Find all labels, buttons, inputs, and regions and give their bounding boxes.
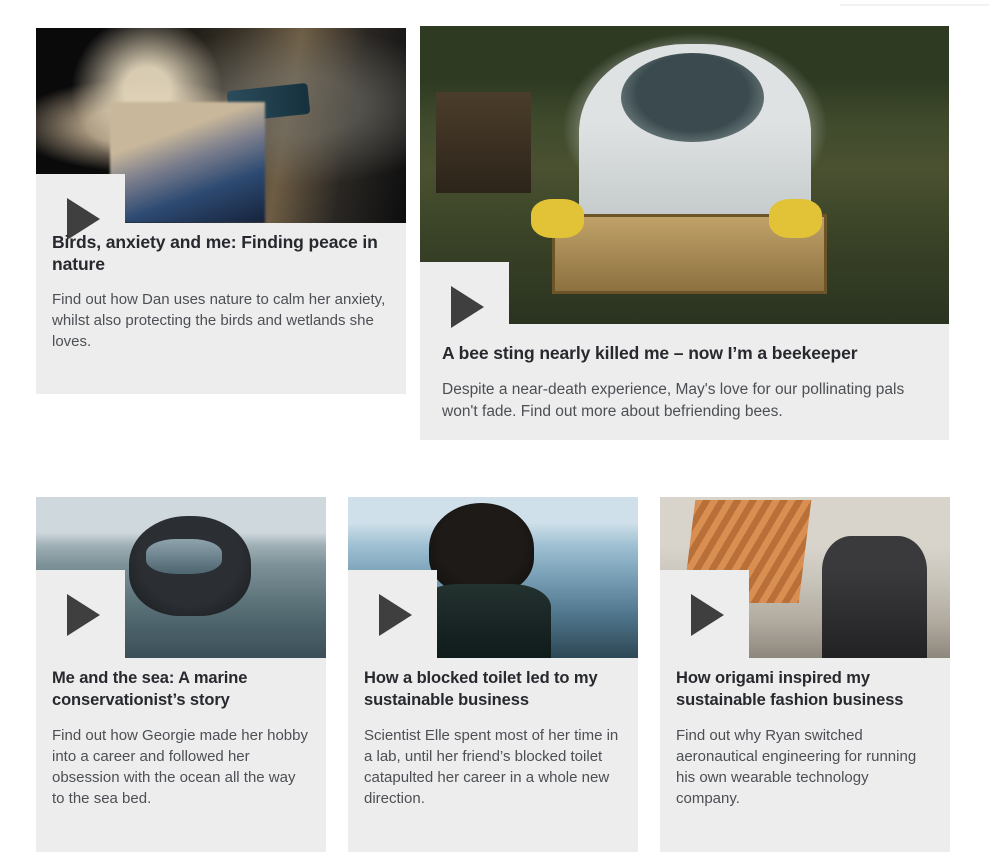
story-card-toilet[interactable]: How a blocked toilet led to my sustainab… [348,497,638,852]
glove-right-shape [769,198,823,238]
card-body-sea: Me and the sea: A marine conservationist… [36,667,326,809]
play-button-toilet[interactable] [348,570,437,659]
card-summary: Find out how Georgie made her hobby into… [52,727,308,807]
card-summary: Despite a near-death experience, May's l… [442,381,905,420]
play-button-bee[interactable] [420,262,509,351]
play-icon [67,593,100,636]
hive-box-shape [435,91,532,193]
card-body-origami: How origami inspired my sustainable fash… [660,667,950,809]
glove-left-shape [531,198,584,238]
play-icon [451,285,484,328]
story-card-grid: Birds, anxiety and me: Finding peace in … [0,0,989,852]
play-button-sea[interactable] [36,570,125,659]
card-title[interactable]: A bee sting nearly killed me – now I’m a… [442,342,927,365]
card-title[interactable]: Birds, anxiety and me: Finding peace in … [52,231,390,275]
story-card-origami[interactable]: How origami inspired my sustainable fash… [660,497,950,852]
card-summary: Find out how Dan uses nature to calm her… [52,291,386,350]
card-title[interactable]: How origami inspired my sustainable fash… [676,667,934,711]
play-icon [379,593,412,636]
story-card-bee[interactable]: A bee sting nearly killed me – now I’m a… [420,26,949,440]
story-card-birds[interactable]: Birds, anxiety and me: Finding peace in … [36,28,406,394]
card-body-birds: Birds, anxiety and me: Finding peace in … [36,231,406,352]
card-body-toilet: How a blocked toilet led to my sustainab… [348,667,638,809]
card-summary: Scientist Elle spent most of her time in… [364,727,619,807]
top-divider-rule [840,4,989,6]
card-summary: Find out why Ryan switched aeronautical … [676,727,917,807]
play-button-origami[interactable] [660,570,749,659]
card-title[interactable]: How a blocked toilet led to my sustainab… [364,667,622,711]
card-title[interactable]: Me and the sea: A marine conservationist… [52,667,310,711]
card-body-bee: A bee sting nearly killed me – now I’m a… [420,342,949,423]
story-card-sea[interactable]: Me and the sea: A marine conservationist… [36,497,326,852]
play-icon [691,593,724,636]
